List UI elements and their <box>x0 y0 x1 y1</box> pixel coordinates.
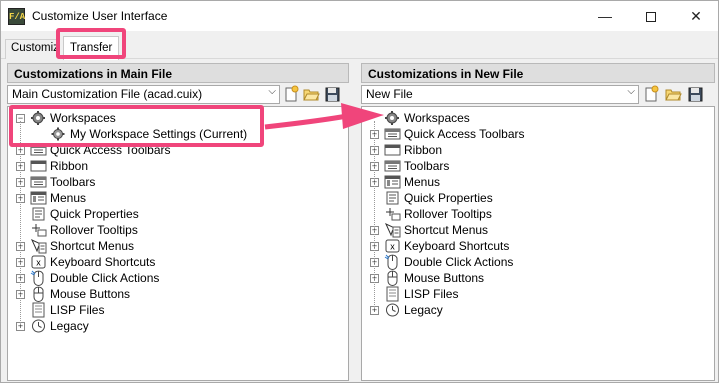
drag-arrow-annotation <box>264 103 384 130</box>
customize-ui-window: F/A Customize User Interface — ✕ Customi… <box>0 0 719 383</box>
